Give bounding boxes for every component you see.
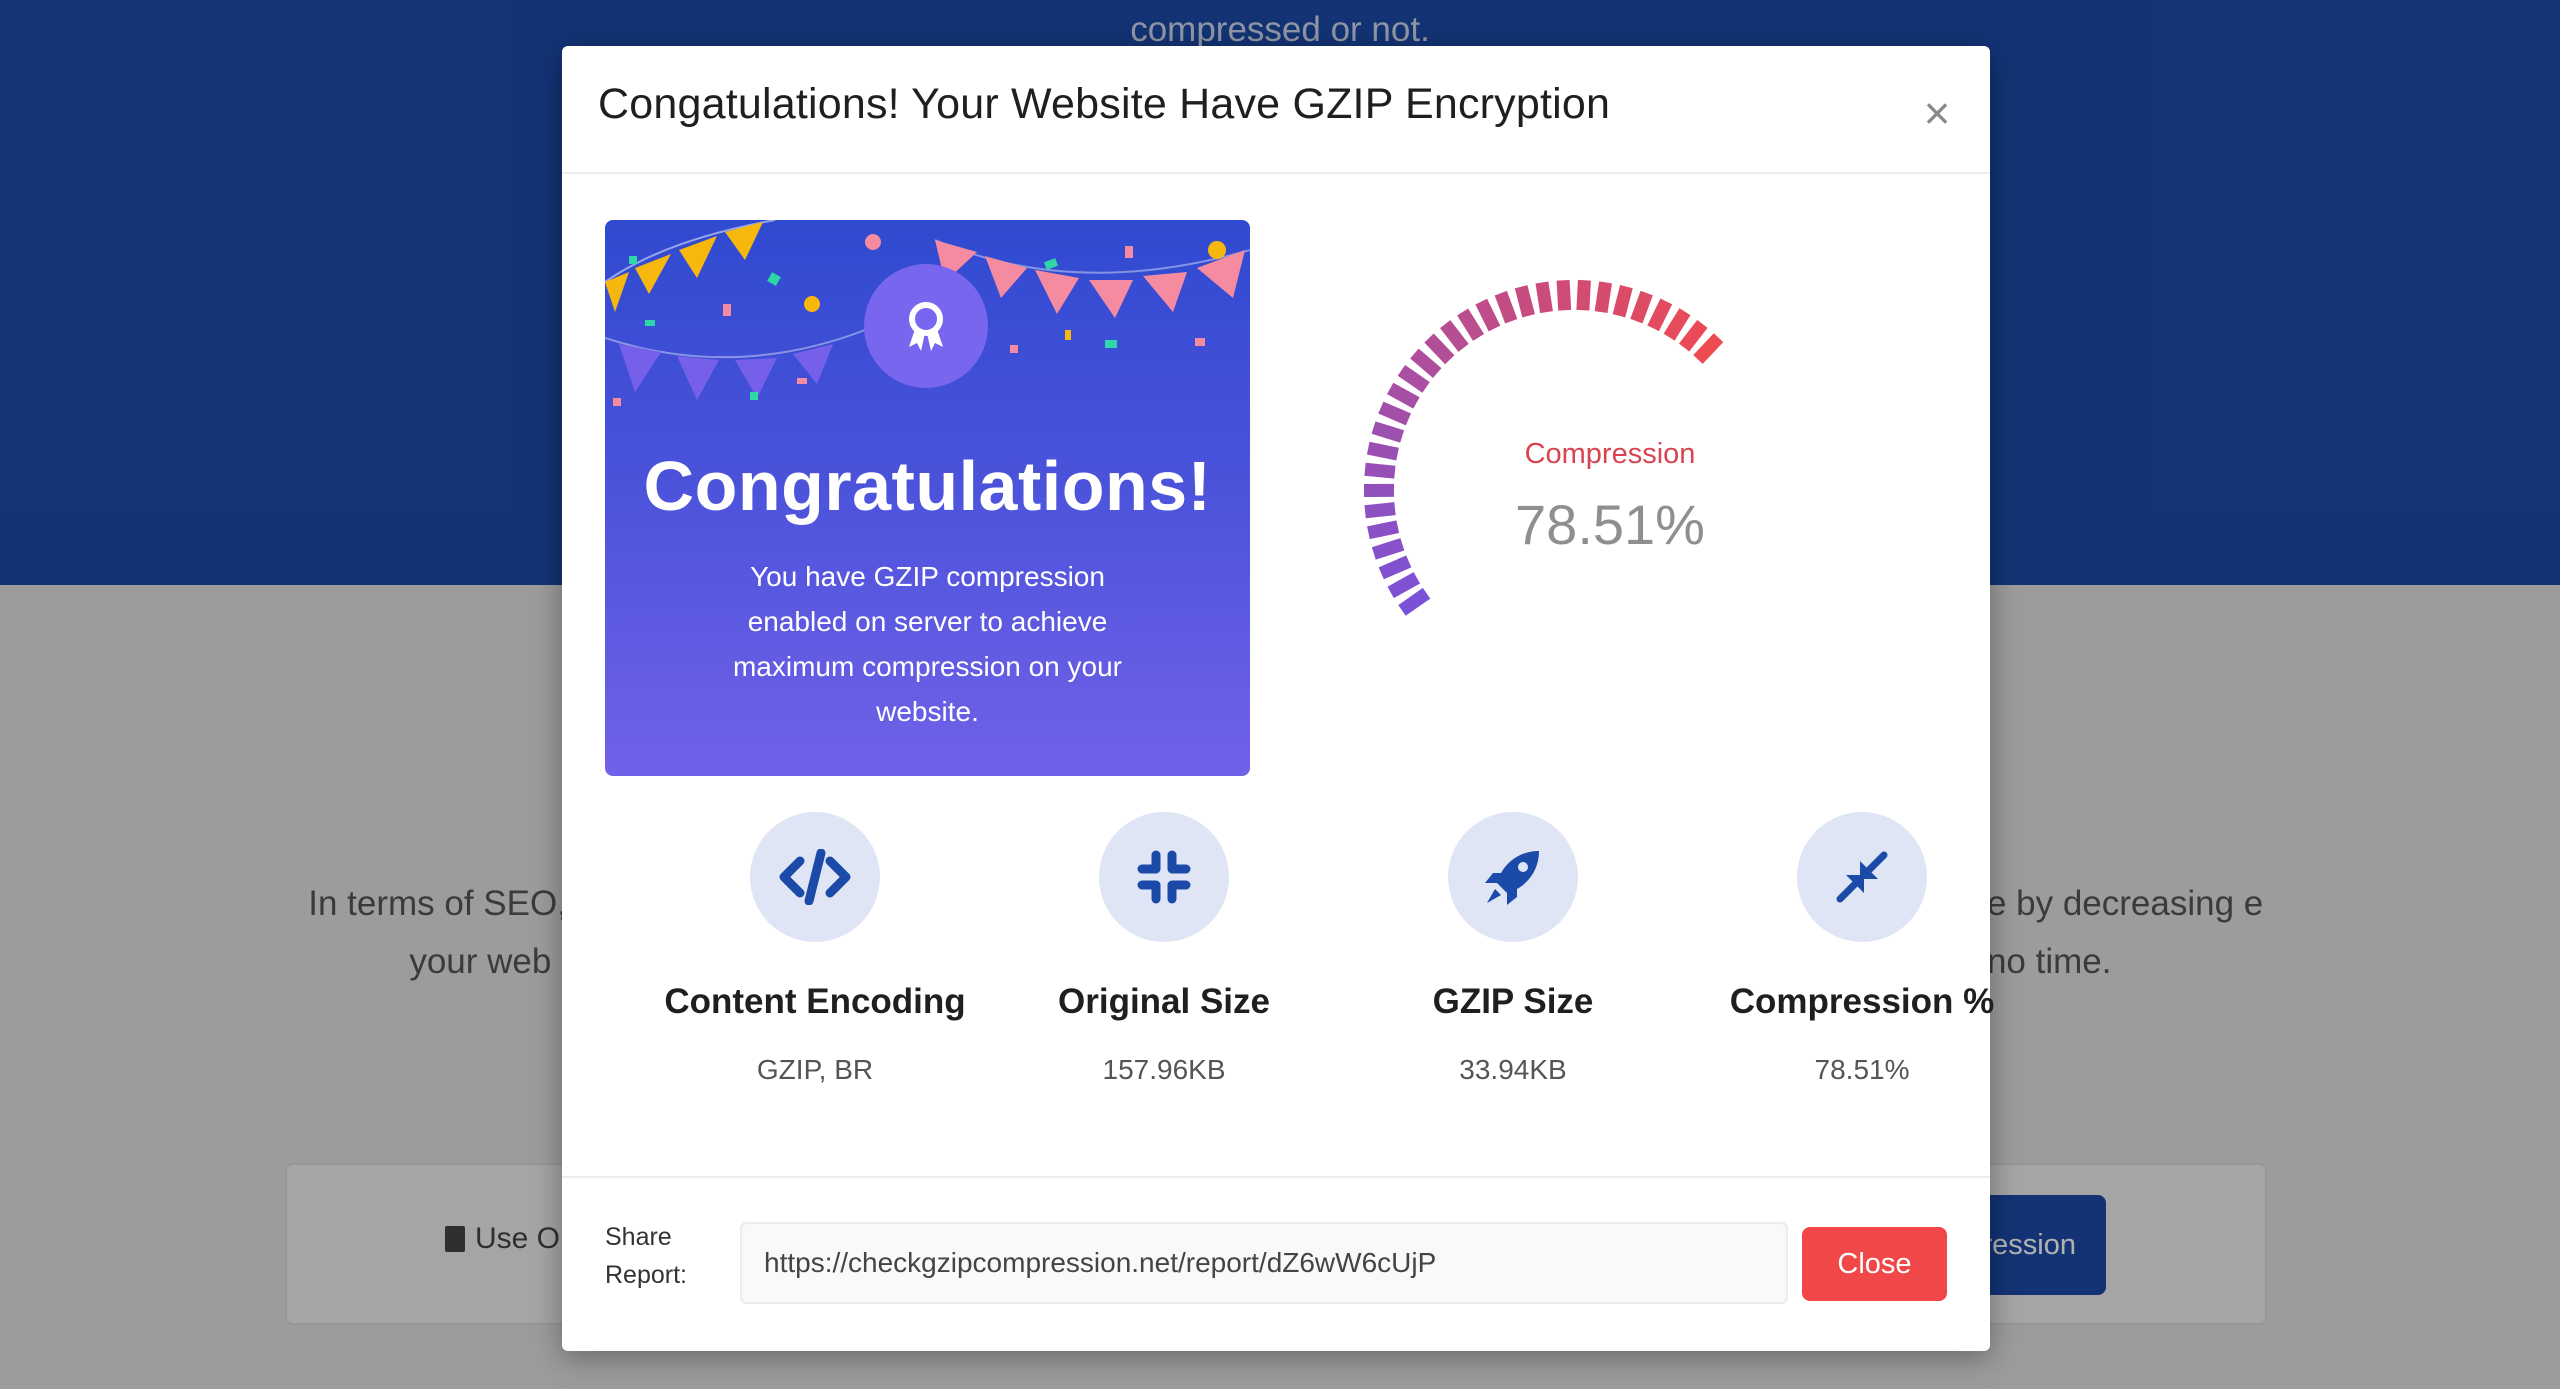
stat-label: GZIP Size: [1432, 982, 1594, 1021]
gauge-tick: [1594, 281, 1613, 314]
gauge-tick: [1647, 298, 1673, 332]
gauge-value: 78.51%: [1515, 493, 1705, 556]
award-badge-icon: [864, 264, 988, 388]
gauge-tick: [1397, 365, 1430, 393]
result-modal: Congatulations! Your Website Have GZIP E…: [562, 46, 1994, 1351]
gauge-tick: [1556, 279, 1572, 311]
gauge-tick: [1663, 308, 1691, 341]
stat-value: 157.96KB: [1102, 1054, 1226, 1085]
gauge-tick: [1535, 281, 1553, 314]
stat-compression-percent: Compression % 78.51%: [1692, 812, 2032, 1086]
arrows-in-icon: [1797, 812, 1927, 942]
gauge-tick: [1514, 285, 1535, 318]
modal-title: Congatulations! Your Website Have GZIP E…: [598, 80, 1611, 128]
modal-close-icon[interactable]: ×: [1912, 88, 1962, 138]
gauge-tick: [1475, 298, 1501, 332]
gauge-tick: [1398, 587, 1431, 616]
stat-label: Original Size: [1058, 982, 1270, 1021]
modal-footer-divider: [562, 1176, 1990, 1178]
share-report-label: Share Report:: [605, 1223, 687, 1289]
gauge-tick: [1494, 290, 1518, 324]
card-description: You have GZIP compression enabled on ser…: [732, 561, 1123, 727]
gauge-tick: [1576, 279, 1591, 311]
gauge-tick: [1378, 401, 1411, 426]
gauge-tick: [1424, 333, 1455, 365]
gauge-label: Compression: [1524, 438, 1696, 470]
stat-label: Content Encoding: [664, 982, 966, 1021]
rocket-icon: [1448, 812, 1578, 942]
gauge-tick: [1630, 290, 1653, 324]
close-button[interactable]: Close: [1802, 1227, 1947, 1301]
gauge-tick: [1612, 285, 1633, 318]
gauge-tick: [1366, 441, 1399, 461]
gauge-tick: [1371, 538, 1405, 560]
code-icon: [750, 812, 880, 942]
gauge-tick: [1457, 308, 1485, 341]
gauge-tick: [1678, 319, 1708, 352]
gauge-tick: [1387, 382, 1420, 409]
gauge-tick: [1440, 320, 1469, 352]
stat-value: 33.94KB: [1459, 1054, 1567, 1085]
stat-value: 78.51%: [1814, 1054, 1910, 1085]
gauge-tick: [1367, 520, 1400, 540]
congratulations-card: Congratulations! You have GZIP compressi…: [605, 220, 1250, 776]
gauge-tick: [1371, 421, 1405, 443]
stat-value: GZIP, BR: [756, 1054, 874, 1085]
gauge-tick: [1387, 572, 1421, 599]
share-url-input[interactable]: [740, 1222, 1788, 1304]
stat-original-size: Original Size 157.96KB: [994, 812, 1334, 1086]
gauge-tick: [1364, 502, 1396, 519]
stat-content-encoding: Content Encoding GZIP, BR: [645, 812, 985, 1086]
gauge-tick: [1378, 555, 1412, 580]
compress-icon: [1099, 812, 1229, 942]
modal-header-divider: [562, 172, 1990, 174]
stat-gzip-size: GZIP Size 33.94KB: [1343, 812, 1683, 1086]
gauge-tick: [1364, 462, 1396, 479]
card-title: Congratulations!: [643, 447, 1212, 525]
gauge-tick: [1410, 348, 1442, 378]
stat-label: Compression %: [1729, 982, 1995, 1021]
gauge-tick: [1693, 333, 1724, 364]
